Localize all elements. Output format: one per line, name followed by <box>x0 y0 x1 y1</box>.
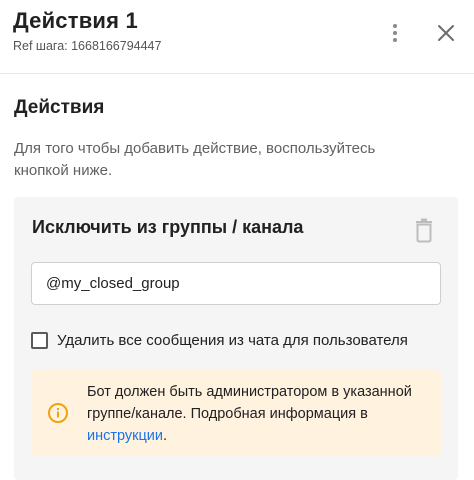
section-description: Для того чтобы добавить действие, воспол… <box>14 140 376 179</box>
delete-messages-checkbox[interactable] <box>31 331 48 349</box>
close-icon[interactable] <box>432 19 460 47</box>
panel-header: Действия 1 Ref шага: 1668166794447 <box>0 0 474 74</box>
panel-title: Действия 1 <box>13 8 138 33</box>
group-input[interactable]: @my_closed_group <box>31 262 441 305</box>
trash-icon[interactable] <box>412 217 436 243</box>
admin-notice-body: Бот должен быть администратором в указан… <box>87 384 412 422</box>
more-vert-icon[interactable] <box>384 22 406 44</box>
admin-notice-suffix: . <box>163 428 168 444</box>
action-title: Исключить из группы / канала <box>32 217 304 237</box>
instructions-link[interactable]: инструкции <box>87 428 163 444</box>
admin-notice-text: Бот должен быть администратором в указан… <box>87 381 427 447</box>
info-icon <box>47 402 69 424</box>
section-title: Действия <box>14 97 105 118</box>
delete-messages-option[interactable]: Удалить все сообщения из чата для пользо… <box>31 329 408 351</box>
step-ref: Ref шага: 1668166794447 <box>13 39 162 53</box>
action-card: Исключить из группы / канала @my_closed_… <box>14 197 458 480</box>
admin-notice: Бот должен быть администратором в указан… <box>31 370 441 456</box>
delete-messages-label: Удалить все сообщения из чата для пользо… <box>57 331 408 349</box>
